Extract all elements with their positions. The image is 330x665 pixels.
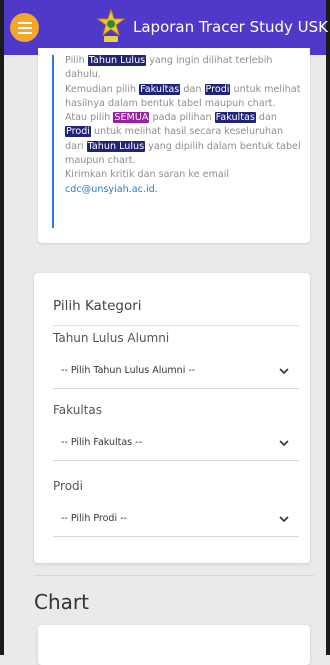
app-title: Laporan Tracer Study USK bbox=[133, 18, 329, 36]
chart-section-title: Chart bbox=[34, 590, 89, 614]
section-divider bbox=[34, 575, 314, 576]
email-link[interactable]: cdc@unsyiah.ac.id. bbox=[65, 184, 158, 195]
chevron-down-icon bbox=[279, 516, 289, 523]
info-accent-bar bbox=[52, 55, 54, 228]
year-label: Tahun Lulus Alumni bbox=[53, 331, 170, 345]
year-select[interactable]: -- Pilih Tahun Lulus Alumni -- bbox=[53, 354, 299, 389]
menu-button[interactable] bbox=[10, 13, 39, 42]
highlight-prodi: Prodi bbox=[65, 126, 91, 138]
top-app-bar: Laporan Tracer Study USK bbox=[4, 0, 329, 55]
info-text: Pilih Tahun Lulus yang ingin dilihat ter… bbox=[65, 55, 301, 195]
year-select-value: -- Pilih Tahun Lulus Alumni -- bbox=[61, 365, 196, 376]
faculty-select[interactable]: -- Pilih Fakultas -- bbox=[53, 426, 299, 461]
divider bbox=[53, 325, 299, 326]
window-frame-left bbox=[0, 0, 4, 655]
university-emblem-icon bbox=[96, 9, 126, 42]
prodi-label: Prodi bbox=[53, 479, 83, 493]
hamburger-icon bbox=[17, 21, 32, 34]
highlight-fakultas: Fakultas bbox=[214, 112, 256, 124]
highlight-prodi: Prodi bbox=[204, 83, 231, 95]
filter-card-title: Pilih Kategori bbox=[53, 298, 142, 314]
faculty-label: Fakultas bbox=[53, 403, 102, 417]
highlight-tahun-lulus: Tahun Lulus bbox=[87, 55, 147, 66]
highlight-semua: SEMUA bbox=[113, 112, 150, 124]
chevron-down-icon bbox=[279, 440, 289, 447]
window-frame-right bbox=[326, 0, 330, 655]
prodi-select-value: -- Pilih Prodi -- bbox=[61, 513, 127, 524]
chart-card bbox=[38, 625, 310, 665]
highlight-tahun-lulus: Tahun Lulus bbox=[86, 140, 146, 152]
faculty-select-value: -- Pilih Fakultas -- bbox=[61, 437, 143, 448]
highlight-fakultas: Fakultas bbox=[139, 83, 181, 95]
chevron-down-icon bbox=[279, 368, 289, 375]
prodi-select[interactable]: -- Pilih Prodi -- bbox=[53, 502, 299, 537]
